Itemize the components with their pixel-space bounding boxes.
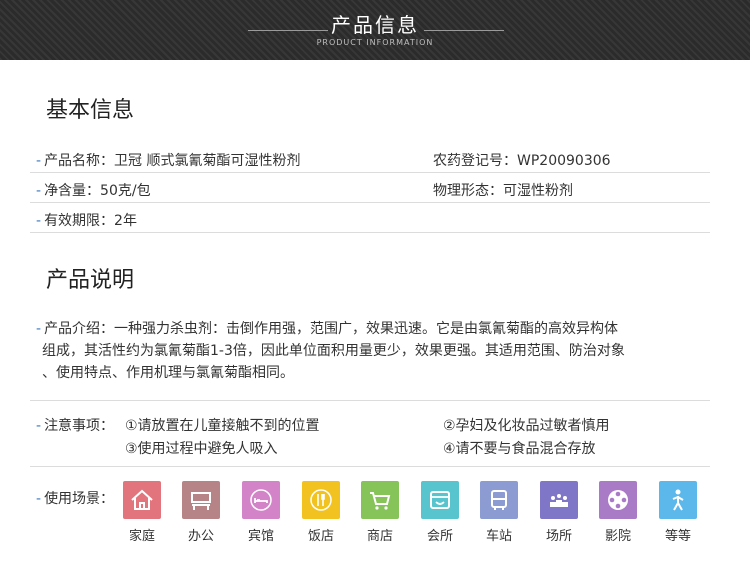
registration-number: 农药登记号：WP20090306 bbox=[433, 153, 611, 169]
scene-label: 家庭 bbox=[128, 529, 155, 544]
page-subtitle: PRODUCT INFORMATION bbox=[316, 38, 434, 47]
page-header: 产品信息 PRODUCT INFORMATION bbox=[0, 0, 750, 60]
page-title: 产品信息 bbox=[331, 13, 419, 37]
scene-item-hotel: 宾馆 bbox=[242, 481, 280, 544]
scene-label: 车站 bbox=[485, 529, 512, 544]
scene-label: 场所 bbox=[545, 529, 572, 544]
scene-item-shop: 商店 bbox=[361, 481, 399, 544]
info-row: - 有效期限：2年 bbox=[30, 203, 710, 233]
physical-form: 物理形态：可湿性粉剂 bbox=[433, 183, 573, 199]
bed-icon bbox=[242, 481, 280, 519]
shelf-life: 有效期限：2年 bbox=[44, 213, 137, 229]
info-cell: 农药登记号：WP20090306 bbox=[433, 150, 611, 170]
intro-line: - 产品介绍：一种强力杀虫剂：击倒作用强，范围广，效果迅速。它是由氯氰菊酯的高效异… bbox=[36, 321, 619, 337]
scene-label: 办公 bbox=[187, 529, 214, 544]
scene-label: 饭店 bbox=[307, 529, 334, 544]
film-reel-icon bbox=[599, 481, 637, 519]
note-item: ④请不要与食品混合存放 bbox=[443, 441, 596, 457]
scene-item-office: 办公 bbox=[182, 481, 220, 544]
note-item: ③使用过程中避免人吸入 bbox=[125, 441, 278, 457]
info-row: - 净含量：50克/包 物理形态：可湿性粉剂 bbox=[30, 173, 710, 203]
product-name: 产品名称：卫冠 顺式氯氰菊酯可湿性粉剂 bbox=[44, 153, 301, 169]
info-cell: 物理形态：可湿性粉剂 bbox=[433, 180, 573, 200]
info-cell: - 产品名称：卫冠 顺式氯氰菊酯可湿性粉剂 bbox=[36, 153, 301, 169]
divider bbox=[30, 400, 710, 401]
net-content: 净含量：50克/包 bbox=[44, 183, 151, 199]
basic-info-heading: 基本信息 bbox=[46, 98, 135, 123]
scene-label: 影院 bbox=[604, 529, 631, 544]
crowd-icon bbox=[540, 481, 578, 519]
scene-item-cinema: 影院 bbox=[599, 481, 637, 544]
notes-label-text: 注意事项： bbox=[44, 418, 115, 434]
scene-item-venue: 场所 bbox=[540, 481, 578, 544]
description-heading: 产品说明 bbox=[46, 268, 135, 293]
scene-label: 会所 bbox=[426, 529, 453, 544]
intro-line: 组成，其活性约为氯氰菊酯1-3倍，因此单位面积用量更少，效果更强。其适用范围、防… bbox=[42, 343, 625, 359]
product-intro: - 产品介绍：一种强力杀虫剂：击倒作用强，范围广，效果迅速。它是由氯氰菊酯的高效异… bbox=[30, 318, 720, 384]
divider bbox=[30, 466, 710, 467]
house-icon bbox=[123, 481, 161, 519]
intro-text: 产品介绍：一种强力杀虫剂：击倒作用强，范围广，效果迅速。它是由氯氰菊酯的高效异构… bbox=[44, 321, 619, 337]
person-icon bbox=[659, 481, 697, 519]
scene-item-restaurant: 饭店 bbox=[302, 481, 340, 544]
info-row: - 产品名称：卫冠 顺式氯氰菊酯可湿性粉剂 农药登记号：WP20090306 bbox=[30, 143, 710, 173]
storefront-icon bbox=[421, 481, 459, 519]
cutlery-icon bbox=[302, 481, 340, 519]
scenes-label: - 使用场景： bbox=[36, 491, 115, 507]
info-cell: - 净含量：50克/包 bbox=[36, 183, 151, 199]
note-item: ①请放置在儿童接触不到的位置 bbox=[125, 418, 320, 434]
scene-item-etc: 等等 bbox=[659, 481, 697, 544]
scenes-label-text: 使用场景： bbox=[44, 491, 115, 507]
scene-label: 商店 bbox=[366, 529, 393, 544]
scene-item-home: 家庭 bbox=[123, 481, 161, 544]
scene-label: 宾馆 bbox=[247, 529, 274, 544]
desk-icon bbox=[182, 481, 220, 519]
intro-line: 、使用特点、作用机理与氯氰菊酯相同。 bbox=[42, 365, 294, 381]
scene-label: 等等 bbox=[664, 529, 691, 544]
bus-icon bbox=[480, 481, 518, 519]
cart-icon bbox=[361, 481, 399, 519]
scene-item-station: 车站 bbox=[480, 481, 518, 544]
note-item: ②孕妇及化妆品过敏者慎用 bbox=[443, 418, 610, 434]
info-cell: - 有效期限：2年 bbox=[36, 213, 137, 229]
notes-label: - 注意事项： bbox=[36, 418, 115, 434]
scene-item-club: 会所 bbox=[421, 481, 459, 544]
